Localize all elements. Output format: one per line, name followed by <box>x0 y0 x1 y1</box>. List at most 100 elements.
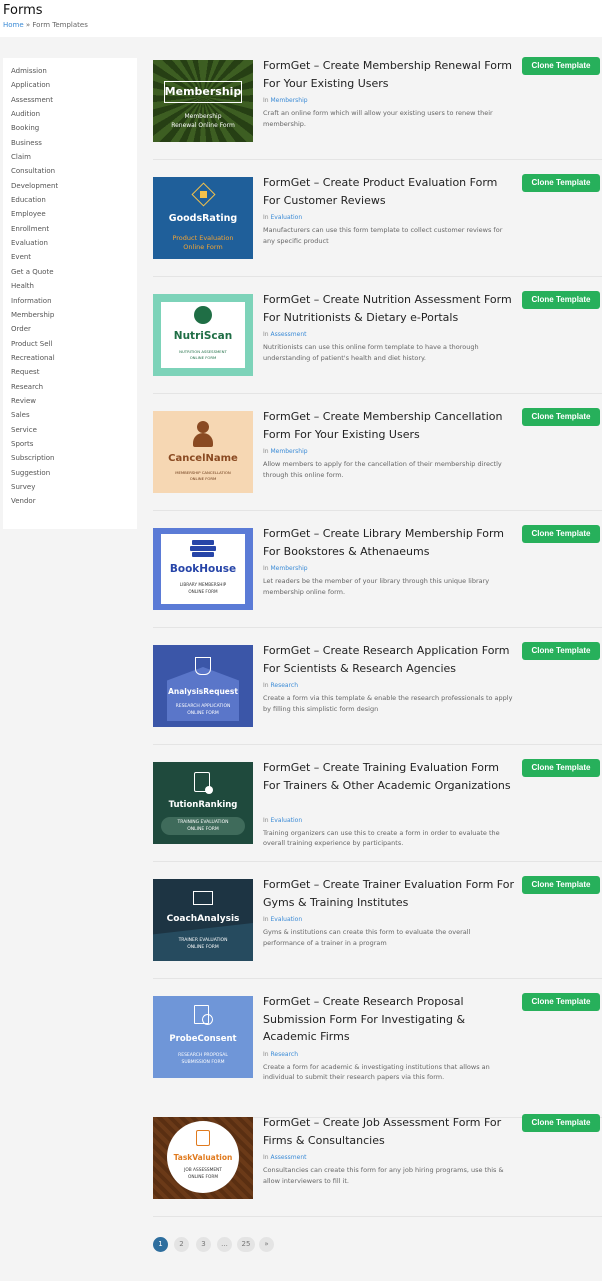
template-description: Manufacturers can use this form template… <box>263 226 503 245</box>
sidebar-item-business[interactable]: Business <box>3 139 137 153</box>
template-description: Allow members to apply for the cancellat… <box>263 460 502 479</box>
sidebar-item-claim[interactable]: Claim <box>3 153 137 167</box>
template-title[interactable]: FormGet – Create Membership Renewal Form… <box>263 57 517 92</box>
template-category-link[interactable]: Membership <box>271 97 308 104</box>
sidebar-item-request[interactable]: Request <box>3 368 137 382</box>
in-label: In <box>263 331 269 338</box>
template-thumbnail[interactable]: ProbeConsent RESEARCH PROPOSAL SUBMISSIO… <box>153 996 253 1078</box>
sidebar-item-research[interactable]: Research <box>3 383 137 397</box>
template-title[interactable]: FormGet – Create Library Membership Form… <box>263 525 517 560</box>
clone-template-button[interactable]: Clone Template <box>522 525 600 543</box>
sidebar-item-sports[interactable]: Sports <box>3 440 137 454</box>
page-header: Forms Home » Form Templates <box>0 0 602 37</box>
template-thumbnail[interactable]: GoodsRating Product Evaluation Online Fo… <box>153 177 253 259</box>
sidebar-item-enrollment[interactable]: Enrollment <box>3 225 137 239</box>
sidebar-item-get-a-quote[interactable]: Get a Quote <box>3 268 137 282</box>
sidebar-item-order[interactable]: Order <box>3 325 137 339</box>
template-thumbnail[interactable]: CancelName MEMBERSHIP CANCELLATION ONLIN… <box>153 411 253 493</box>
sidebar-item-event[interactable]: Event <box>3 253 137 267</box>
pagination-page[interactable]: 2 <box>174 1237 189 1252</box>
pagination-page[interactable]: 25 <box>237 1237 255 1252</box>
clone-template-button[interactable]: Clone Template <box>522 993 600 1011</box>
thumb-subtitle: RESEARCH APPLICATION ONLINE FORM <box>175 704 231 716</box>
sidebar-item-product-sell[interactable]: Product Sell <box>3 340 137 354</box>
template-category-line: In Membership <box>263 448 308 455</box>
sidebar-item-consultation[interactable]: Consultation <box>3 167 137 181</box>
in-label: In <box>263 565 269 572</box>
sidebar-item-evaluation[interactable]: Evaluation <box>3 239 137 253</box>
template-description: Training organizers can use this to crea… <box>263 828 500 848</box>
category-sidebar: Admission Application Assessment Audition Bo… <box>3 58 137 529</box>
template-title[interactable]: FormGet – Create Job Assessment Form For… <box>263 1114 517 1149</box>
template-category-link[interactable]: Research <box>271 682 299 689</box>
template-category-link[interactable]: Evaluation <box>271 817 303 824</box>
sidebar-item-audition[interactable]: Audition <box>3 110 137 124</box>
pagination-page[interactable]: 1 <box>153 1237 168 1252</box>
template-title[interactable]: FormGet – Create Research Proposal Submi… <box>263 993 517 1046</box>
sidebar-item-development[interactable]: Development <box>3 182 137 196</box>
clone-template-button[interactable]: Clone Template <box>522 642 600 660</box>
sidebar-item-employee[interactable]: Employee <box>3 210 137 224</box>
thumb-subtitle: JOB ASSESSMENT ONLINE FORM <box>184 1168 222 1180</box>
sidebar-item-education[interactable]: Education <box>3 196 137 210</box>
thumb-name: Membership <box>164 85 242 98</box>
sidebar-item-service[interactable]: Service <box>3 426 137 440</box>
sidebar-item-application[interactable]: Application <box>3 81 137 95</box>
template-title[interactable]: FormGet – Create Product Evaluation Form… <box>263 174 517 209</box>
template-category-link[interactable]: Evaluation <box>271 916 303 923</box>
sidebar-item-admission[interactable]: Admission <box>3 67 137 81</box>
template-thumbnail[interactable]: CoachAnalysis TRAINER EVALUATION ONLINE … <box>153 879 253 961</box>
card-divider <box>153 1216 602 1217</box>
pagination-next[interactable]: » <box>259 1237 274 1252</box>
sidebar-item-subscription[interactable]: Subscription <box>3 454 137 468</box>
person-icon <box>193 433 213 447</box>
clone-template-button[interactable]: Clone Template <box>522 876 600 894</box>
sidebar-item-assessment[interactable]: Assessment <box>3 96 137 110</box>
template-category-link[interactable]: Assessment <box>271 1154 307 1161</box>
template-title[interactable]: FormGet – Create Membership Cancellation… <box>263 408 517 443</box>
sidebar-item-sales[interactable]: Sales <box>3 411 137 425</box>
template-category-link[interactable]: Evaluation <box>271 214 303 221</box>
clone-template-button[interactable]: Clone Template <box>522 408 600 426</box>
clone-template-button[interactable]: Clone Template <box>522 291 600 309</box>
sidebar-item-review[interactable]: Review <box>3 397 137 411</box>
pagination-page[interactable]: 3 <box>196 1237 211 1252</box>
template-title[interactable]: FormGet – Create Training Evaluation For… <box>263 759 517 794</box>
thumb-name: AnalysisRequest <box>168 687 238 696</box>
template-thumbnail[interactable]: TaskValuation JOB ASSESSMENT ONLINE FORM <box>153 1117 253 1199</box>
template-title[interactable]: FormGet – Create Trainer Evaluation Form… <box>263 876 517 911</box>
template-category-link[interactable]: Membership <box>271 565 308 572</box>
category-list: Admission Application Assessment Audition Bo… <box>3 58 137 512</box>
sidebar-item-survey[interactable]: Survey <box>3 483 137 497</box>
sidebar-item-booking[interactable]: Booking <box>3 124 137 138</box>
clone-template-button[interactable]: Clone Template <box>522 1114 600 1132</box>
template-title[interactable]: FormGet – Create Nutrition Assessment Fo… <box>263 291 517 326</box>
template-category-line: In Membership <box>263 565 308 572</box>
thumb-subtitle: TRAINING EVALUATION ONLINE FORM <box>177 820 229 832</box>
template-thumbnail[interactable]: NutriScan NUTRITION ASSESSMENT ONLINE FO… <box>153 294 253 376</box>
clone-template-button[interactable]: Clone Template <box>522 174 600 192</box>
card-divider <box>153 393 602 394</box>
template-thumbnail[interactable]: BookHouse LIBRARY MEMBERSHIP ONLINE FORM <box>153 528 253 610</box>
template-category-link[interactable]: Membership <box>271 448 308 455</box>
breadcrumb-home-link[interactable]: Home <box>3 21 24 29</box>
sidebar-item-suggestion[interactable]: Suggestion <box>3 469 137 483</box>
template-title[interactable]: FormGet – Create Research Application Fo… <box>263 642 517 677</box>
sidebar-item-health[interactable]: Health <box>3 282 137 296</box>
thumb-subtitle: MEMBERSHIP CANCELLATION ONLINE FORM <box>175 470 231 481</box>
template-category-link[interactable]: Research <box>271 1051 299 1058</box>
template-thumbnail[interactable]: TutionRanking TRAINING EVALUATION ONLINE… <box>153 762 253 844</box>
flask-icon <box>195 657 211 675</box>
sidebar-item-recreational[interactable]: Recreational <box>3 354 137 368</box>
sidebar-item-information[interactable]: Information <box>3 297 137 311</box>
template-thumbnail[interactable]: Membership Membership Renewal Online For… <box>153 60 253 142</box>
clone-template-button[interactable]: Clone Template <box>522 57 600 75</box>
template-category-line: In Evaluation <box>263 817 302 824</box>
sidebar-item-membership[interactable]: Membership <box>3 311 137 325</box>
template-thumbnail[interactable]: AnalysisRequest RESEARCH APPLICATION ONL… <box>153 645 253 727</box>
clone-template-button[interactable]: Clone Template <box>522 759 600 777</box>
template-category-link[interactable]: Assessment <box>271 331 307 338</box>
template-category-line: In Research <box>263 682 298 689</box>
sidebar-item-vendor[interactable]: Vendor <box>3 497 137 511</box>
template-description: Consultancies can create this form for a… <box>263 1166 504 1185</box>
